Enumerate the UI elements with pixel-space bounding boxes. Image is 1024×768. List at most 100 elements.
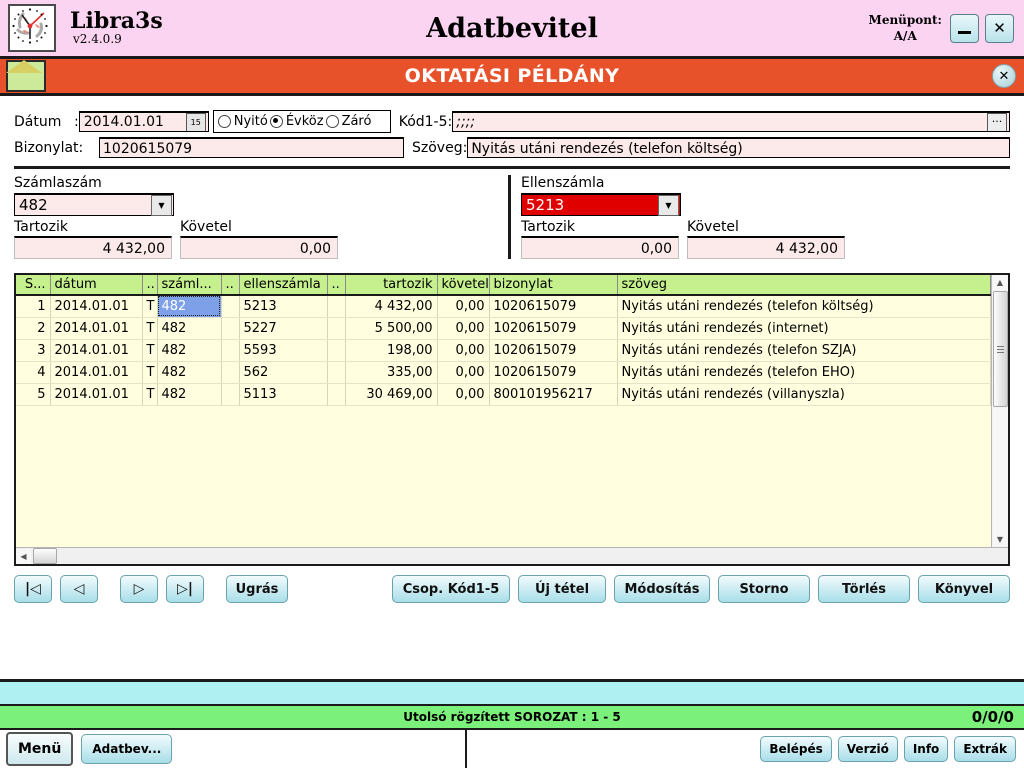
grid-vertical-scrollbar[interactable]: ▲ ▼ <box>991 275 1008 547</box>
szoveg-label: Szöveg: <box>412 139 468 156</box>
vertical-scrollbar-thumb[interactable] <box>992 291 1008 407</box>
ellenszamla-combo[interactable]: 5213 ▼ <box>521 193 681 216</box>
last-record-button[interactable]: ▷| <box>166 575 204 603</box>
table-row[interactable]: 5 2014.01.01 T 482 5113 30 469,00 0,00 8… <box>16 383 991 406</box>
prev-record-button[interactable]: ◁ <box>60 575 98 603</box>
cell-s: 2 <box>16 317 51 340</box>
table-row[interactable]: 2 2014.01.01 T 482 5227 5 500,00 0,00 10… <box>16 317 991 340</box>
entry-form: Dátum : 2014.01.01 15 Nyitó Évköz Záró K… <box>0 96 1024 169</box>
entries-table: S... dátum .. száml... .. ellenszámla ..… <box>16 275 991 406</box>
radio-dot-icon <box>217 115 231 128</box>
konyvel-button[interactable]: Könyvel <box>918 575 1010 603</box>
kod-more-button[interactable]: ··· <box>987 113 1007 131</box>
cell-bizonylat: 1020615079 <box>489 317 618 340</box>
modositas-button[interactable]: Módosítás <box>614 575 710 603</box>
chevron-down-icon[interactable]: ▼ <box>151 194 172 216</box>
col-header-szoveg[interactable]: szöveg <box>617 275 991 296</box>
left-tartozik-value[interactable]: 4 432,00 <box>14 236 172 259</box>
cell-szamla: 482 <box>157 317 222 340</box>
menupoint-indicator: Menüpont: A/A <box>869 12 950 44</box>
tartozik-label: Tartozik <box>14 219 68 235</box>
brand: Libra3s v2.4.0.9 <box>70 10 163 46</box>
col-header-ellenszamla[interactable]: ellenszámla <box>239 275 328 296</box>
account-panels: Számlaszám 482 ▼ Tartozik Követel 4 432,… <box>0 169 1024 259</box>
uj-tetel-button[interactable]: Új tétel <box>518 575 606 603</box>
close-button[interactable]: ✕ <box>985 13 1014 43</box>
belepes-button[interactable]: Belépés <box>760 736 832 762</box>
cell-t: T <box>142 295 158 318</box>
radio-zaro[interactable]: Záró <box>325 114 371 129</box>
ugras-button[interactable]: Ugrás <box>226 575 288 603</box>
grid-horizontal-scrollbar[interactable]: ◀ <box>16 547 1008 564</box>
next-record-button[interactable]: ▷ <box>120 575 158 603</box>
form-row-bizonylat: Bizonylat: 1020615079 Szöveg: Nyitás utá… <box>14 137 1010 158</box>
radio-label: Évköz <box>285 114 324 129</box>
col-header-t[interactable]: .. <box>142 275 158 296</box>
minimize-button[interactable] <box>950 13 979 43</box>
grid-table-wrap: S... dátum .. száml... .. ellenszámla ..… <box>16 275 991 547</box>
brand-version: v2.4.0.9 <box>73 32 122 47</box>
cell-tartozik: 198,00 <box>345 339 438 362</box>
calendar-icon[interactable]: 15 <box>185 113 206 131</box>
brand-name: Libra3s <box>70 8 163 35</box>
cell-ellenszamla: 5227 <box>239 317 328 340</box>
radio-nyito[interactable]: Nyitó <box>217 114 268 129</box>
vertical-scrollbar-track[interactable] <box>992 408 1008 532</box>
cell-e2 <box>327 295 346 318</box>
torles-button[interactable]: Törlés <box>818 575 910 603</box>
radio-evkoz[interactable]: Évköz <box>269 114 324 129</box>
col-header-s[interactable]: S... <box>16 275 51 296</box>
left-kovetel-value[interactable]: 0,00 <box>180 236 338 259</box>
col-header-datum[interactable]: dátum <box>50 275 143 296</box>
cell-datum: 2014.01.01 <box>50 361 143 384</box>
ellenszamla-label: Ellenszámla <box>521 175 605 191</box>
table-header-row: S... dátum .. száml... .. ellenszámla ..… <box>16 275 991 296</box>
col-header-e2[interactable]: .. <box>327 275 346 296</box>
close-icon: ✕ <box>998 68 1010 84</box>
scroll-up-icon[interactable]: ▲ <box>992 275 1008 290</box>
table-row[interactable]: 1 2014.01.01 T 482 5213 4 432,00 0,00 10… <box>16 295 991 318</box>
storno-button[interactable]: Storno <box>718 575 810 603</box>
col-header-tartozik[interactable]: tartozik <box>345 275 438 296</box>
banner-close-button[interactable]: ✕ <box>992 64 1016 88</box>
cell-s: 1 <box>16 295 51 318</box>
cell-e1 <box>221 361 240 384</box>
scroll-down-icon[interactable]: ▼ <box>992 532 1008 547</box>
table-row[interactable]: 3 2014.01.01 T 482 5593 198,00 0,00 1020… <box>16 339 991 362</box>
cell-t: T <box>142 383 158 406</box>
verzio-button[interactable]: Verzió <box>837 736 898 762</box>
table-row[interactable]: 4 2014.01.01 T 482 562 335,00 0,00 10206… <box>16 361 991 384</box>
bizonylat-input[interactable]: 1020615079 <box>99 137 404 158</box>
col-header-bizonylat[interactable]: bizonylat <box>489 275 618 296</box>
right-kovetel-value[interactable]: 4 432,00 <box>687 236 845 259</box>
account-panel-left: Számlaszám 482 ▼ Tartozik Követel 4 432,… <box>14 175 494 259</box>
datum-input[interactable]: 2014.01.01 15 <box>78 111 209 132</box>
col-header-e1[interactable]: .. <box>221 275 240 296</box>
cell-s: 5 <box>16 383 51 406</box>
szamlaszam-combo[interactable]: 482 ▼ <box>14 193 174 216</box>
cell-s: 4 <box>16 361 51 384</box>
csop-kod-button[interactable]: Csop. Kód1-5 <box>392 575 510 603</box>
right-tartozik-value[interactable]: 0,00 <box>521 236 679 259</box>
horizontal-scrollbar-thumb[interactable] <box>33 548 57 564</box>
grid-viewport: S... dátum .. száml... .. ellenszámla ..… <box>16 275 1008 547</box>
title-bar: Libra3s v2.4.0.9 Adatbevitel Menüpont: A… <box>0 0 1024 59</box>
application-window: Libra3s v2.4.0.9 Adatbevitel Menüpont: A… <box>0 0 1024 768</box>
bottom-right-group: Belépés Verzió Info Extrák <box>760 736 1024 762</box>
cell-kovetel: 0,00 <box>437 339 490 362</box>
col-header-kovetel[interactable]: követel <box>437 275 490 296</box>
info-button[interactable]: Info <box>903 736 949 762</box>
extrak-button[interactable]: Extrák <box>954 736 1016 762</box>
kod-input[interactable]: ;;;; ··· <box>452 111 1010 132</box>
cell-e2 <box>327 361 346 384</box>
scroll-left-icon[interactable]: ◀ <box>16 548 31 564</box>
szoveg-input[interactable]: Nyitás utáni rendezés (telefon költség) <box>467 137 1010 158</box>
col-header-szamla[interactable]: száml... <box>157 275 222 296</box>
chevron-down-icon[interactable]: ▼ <box>658 194 679 216</box>
first-record-button[interactable]: |◁ <box>14 575 52 603</box>
cell-szamla[interactable]: 482 <box>157 295 222 318</box>
cell-tartozik: 5 500,00 <box>345 317 438 340</box>
menu-button[interactable]: Menü <box>6 732 74 766</box>
kod-value: ;;;; <box>456 113 476 130</box>
tab-adatbevitel[interactable]: Adatbev... <box>81 734 173 764</box>
